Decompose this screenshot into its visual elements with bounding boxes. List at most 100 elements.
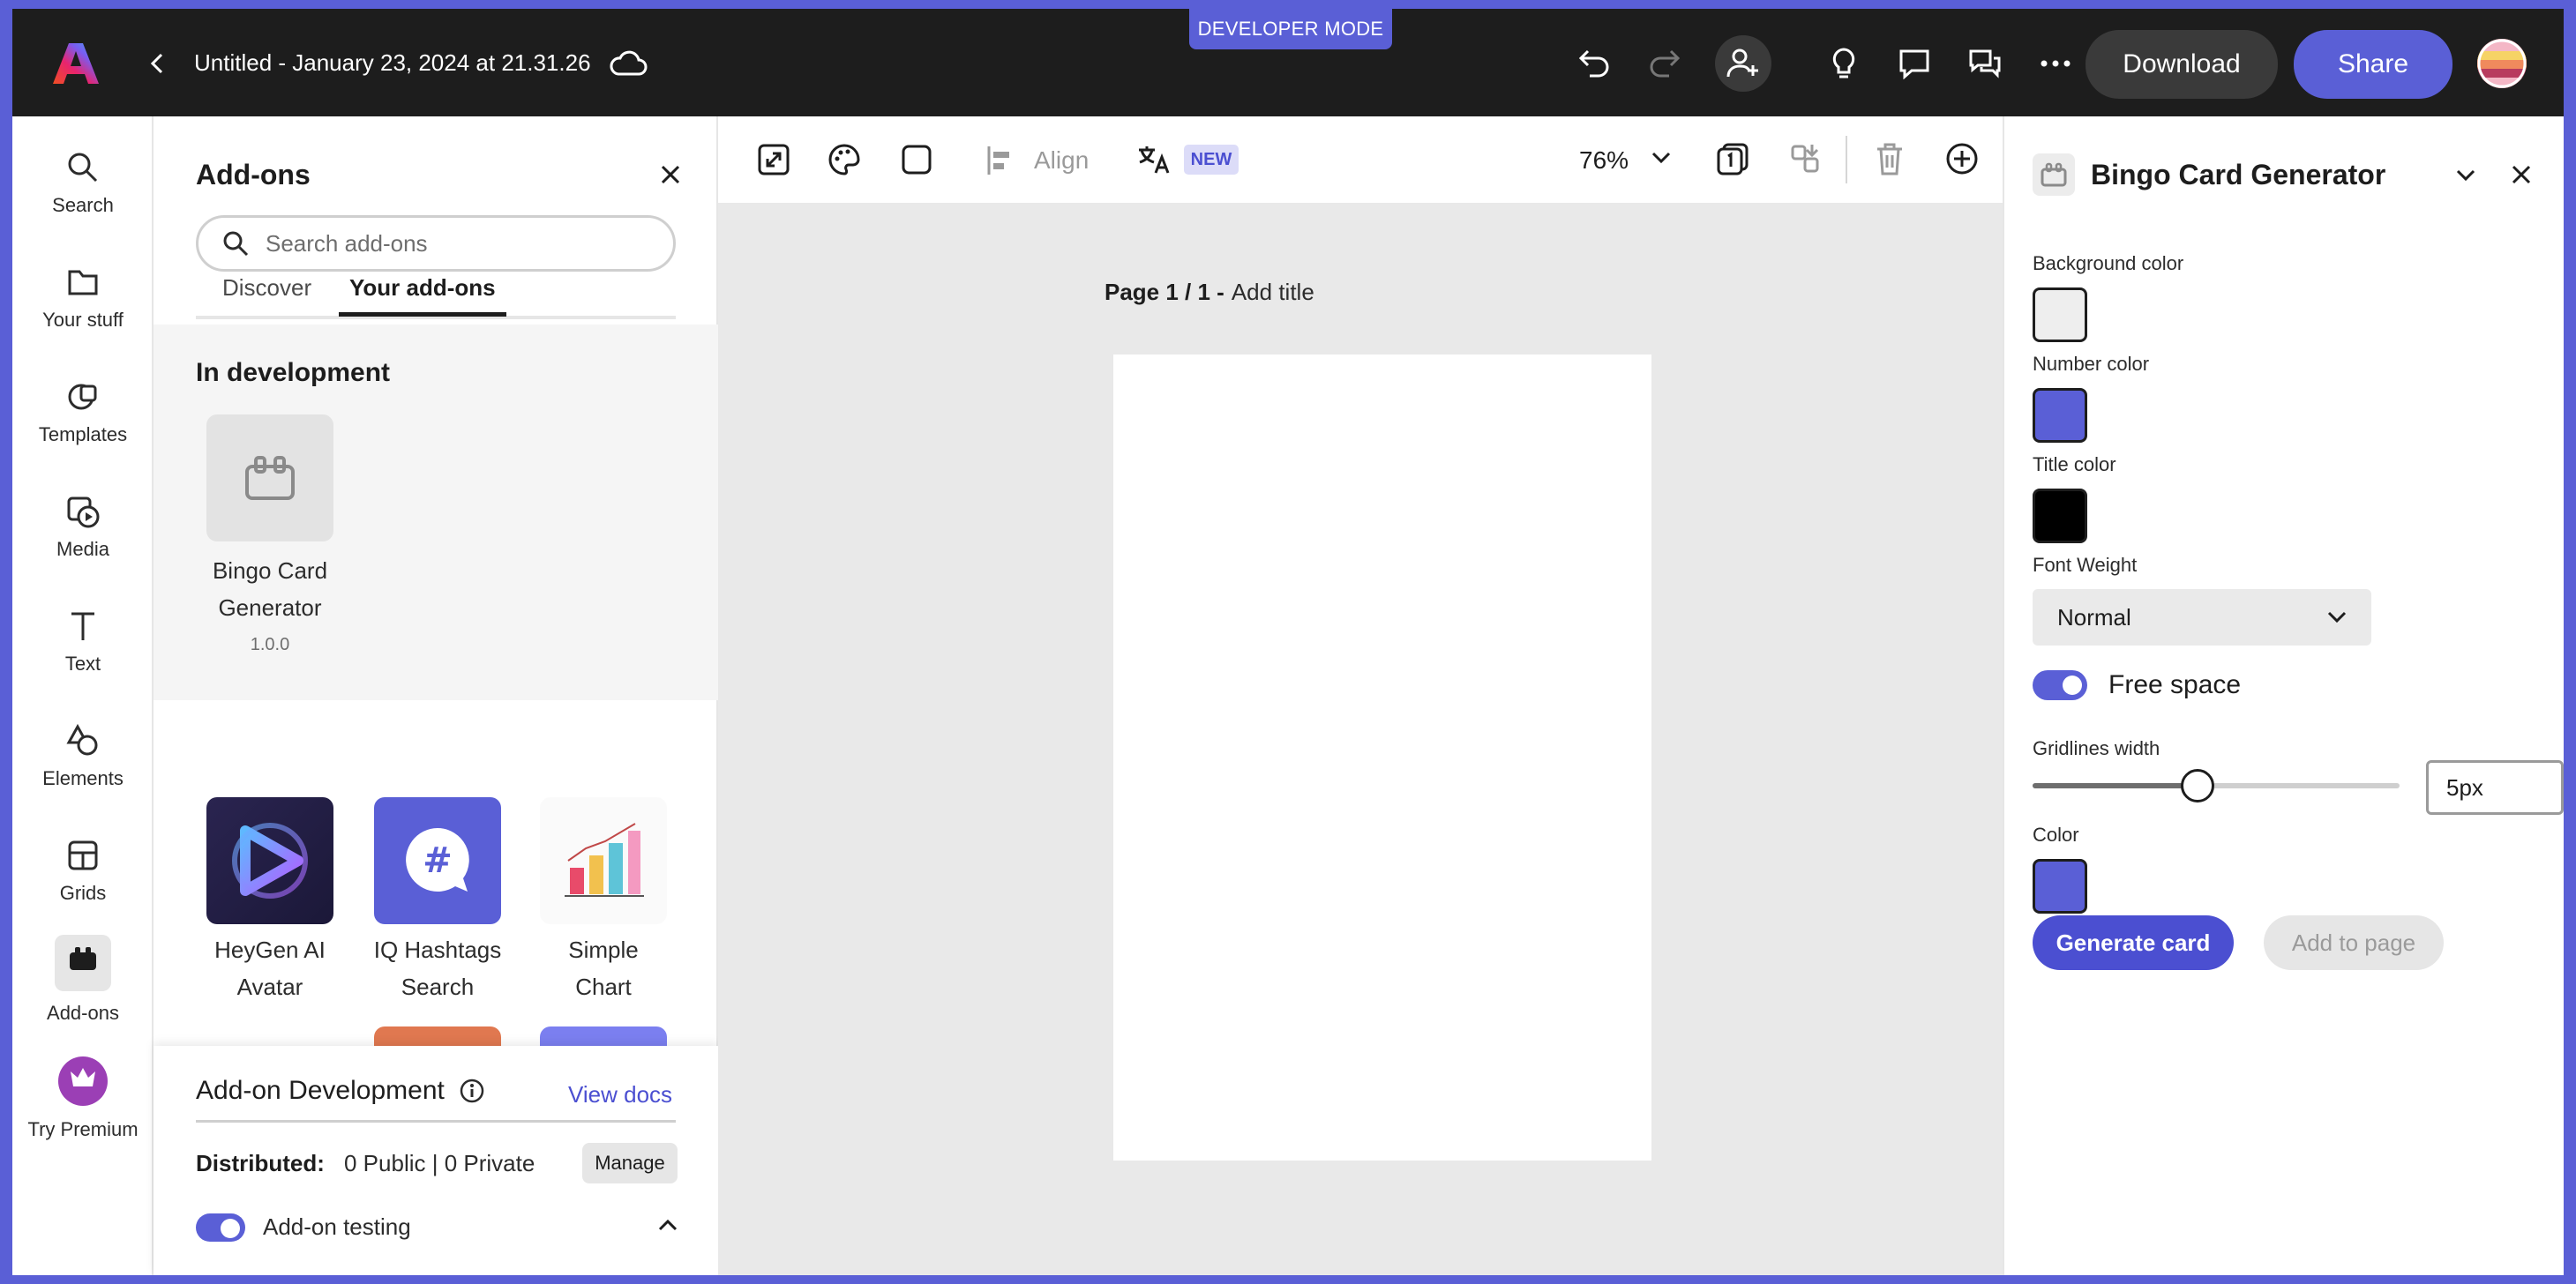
resize-icon[interactable] [757, 143, 790, 176]
close-icon[interactable] [653, 157, 688, 192]
shape-icon[interactable] [900, 143, 933, 176]
lightbulb-icon[interactable] [1824, 44, 1863, 83]
left-rail: Search Your stuff Templates Media Text E… [12, 116, 154, 1275]
font-weight-select[interactable]: Normal [2033, 589, 2371, 646]
generate-card-button[interactable]: Generate card [2033, 915, 2234, 970]
rail-label: Try Premium [27, 1118, 139, 1140]
gridlines-width-label: Gridlines width [2033, 737, 2160, 759]
view-docs-link[interactable]: View docs [568, 1081, 672, 1109]
rail-label: Search [52, 194, 114, 216]
rail-addons[interactable]: Add-ons [12, 935, 154, 1025]
rail-label: Text [64, 653, 101, 675]
tab-discover[interactable]: Discover [222, 274, 311, 312]
gridlines-width-input[interactable]: 5px [2426, 760, 2564, 815]
free-space-toggle[interactable] [2033, 670, 2087, 700]
addons-panel: Add-ons Search add-ons Discover Your add… [154, 116, 718, 1275]
back-chevron-icon[interactable] [141, 48, 173, 79]
bingo-addon-version: 1.0.0 [250, 635, 290, 654]
simple-chart-name-1: Simple [568, 937, 639, 963]
rail-media[interactable]: Media [12, 494, 154, 561]
zoom-value[interactable]: 76% [1579, 146, 1629, 175]
gridline-color-swatch[interactable] [2033, 859, 2087, 914]
cloud-icon[interactable] [607, 48, 649, 79]
align-label[interactable]: Align [1034, 146, 1089, 175]
gridlines-slider-fill [2033, 783, 2198, 788]
chevron-down-icon[interactable] [2456, 169, 2475, 182]
chevron-down-icon [2327, 611, 2347, 623]
color-label: Color [2033, 824, 2079, 846]
rail-label: Grids [59, 882, 107, 904]
bingo-addon-name-2: Generator [218, 594, 322, 621]
chat-icon[interactable] [1966, 44, 2004, 83]
number-color-label: Number color [2033, 353, 2150, 375]
iq-hashtags-addon-tile[interactable]: # [374, 797, 501, 924]
add-page-icon[interactable] [1944, 141, 1980, 176]
add-to-page-button[interactable]: Add to page [2264, 915, 2444, 970]
elements-icon [66, 723, 98, 756]
divider [196, 1120, 676, 1123]
gridlines-slider-thumb[interactable] [2181, 769, 2215, 802]
rail-text[interactable]: Text [12, 608, 154, 676]
background-color-label: Background color [2033, 252, 2184, 274]
rail-label: Elements [42, 767, 124, 789]
align-icon[interactable] [986, 145, 1013, 176]
arrange-icon[interactable] [1787, 141, 1823, 176]
close-icon[interactable] [2511, 164, 2532, 185]
page-label: Page 1 / 1 - [1105, 279, 1224, 305]
font-weight-label: Font Weight [2033, 554, 2138, 576]
top-bar: DEVELOPER MODE Untitled - January 23, 20… [12, 9, 2564, 116]
rail-try-premium[interactable]: Try Premium [12, 1056, 154, 1141]
redo-icon[interactable] [1644, 44, 1683, 83]
bingo-panel-title: Bingo Card Generator [2091, 159, 2386, 190]
bingo-panel: Bingo Card Generator Background color Nu… [2003, 116, 2564, 1275]
avatar[interactable] [2477, 39, 2527, 88]
rail-grids[interactable]: Grids [12, 838, 154, 905]
adobe-express-logo[interactable] [51, 39, 101, 88]
translate-icon[interactable] [1136, 143, 1172, 176]
tab-your-addons[interactable]: Your add-ons [349, 274, 496, 312]
trash-icon[interactable] [1874, 141, 1906, 176]
iq-hashtags-name-2: Search [401, 974, 475, 1000]
gridlines-slider-track[interactable] [2033, 769, 2400, 802]
document-title[interactable]: Untitled - January 23, 2024 at 21.31.26 [194, 49, 591, 77]
addon-testing-toggle[interactable] [196, 1213, 245, 1242]
heygen-addon-tile[interactable] [206, 797, 333, 924]
rail-elements[interactable]: Elements [12, 723, 154, 790]
addons-title: Add-ons [196, 159, 311, 190]
download-button[interactable]: Download [2086, 30, 2278, 99]
heygen-logo-icon [232, 823, 308, 899]
hashtag-icon: # [406, 828, 469, 892]
more-icon[interactable] [2036, 44, 2075, 83]
page-canvas[interactable] [1113, 355, 1651, 1161]
search-input[interactable]: Search add-ons [266, 230, 428, 258]
manage-button[interactable]: Manage [582, 1143, 678, 1183]
palette-icon[interactable] [827, 143, 861, 176]
canvas-toolbar: Align NEW 76% [718, 116, 2003, 203]
addon-plug-icon [245, 456, 295, 500]
background-color-swatch[interactable] [2033, 287, 2087, 342]
simple-chart-addon-tile[interactable] [540, 797, 667, 924]
invite-user-icon[interactable] [1715, 35, 1771, 92]
simple-chart-name-2: Chart [575, 974, 632, 1000]
crown-icon [71, 1068, 95, 1086]
title-color-swatch[interactable] [2033, 489, 2087, 543]
rail-your-stuff[interactable]: Your stuff [12, 265, 154, 332]
pages-icon[interactable] [1715, 141, 1750, 176]
heygen-name-2: Avatar [236, 974, 303, 1000]
rail-search[interactable]: Search [12, 150, 154, 217]
comment-icon[interactable] [1895, 44, 1934, 83]
bingo-addon-tile[interactable] [206, 414, 333, 541]
chevron-up-icon[interactable] [658, 1219, 678, 1231]
info-icon[interactable] [459, 1078, 485, 1104]
rail-templates[interactable]: Templates [12, 379, 154, 446]
number-color-swatch[interactable] [2033, 388, 2087, 443]
chevron-down-icon[interactable] [1651, 152, 1671, 164]
share-button[interactable]: Share [2294, 30, 2452, 99]
new-badge: NEW [1184, 145, 1239, 175]
rail-label: Templates [38, 423, 128, 445]
distributed-label: Distributed: [196, 1150, 325, 1176]
search-field[interactable]: Search add-ons [196, 215, 676, 272]
rail-label: Media [56, 538, 109, 560]
page-title-input[interactable]: Add title [1232, 279, 1314, 306]
undo-icon[interactable] [1576, 44, 1614, 83]
